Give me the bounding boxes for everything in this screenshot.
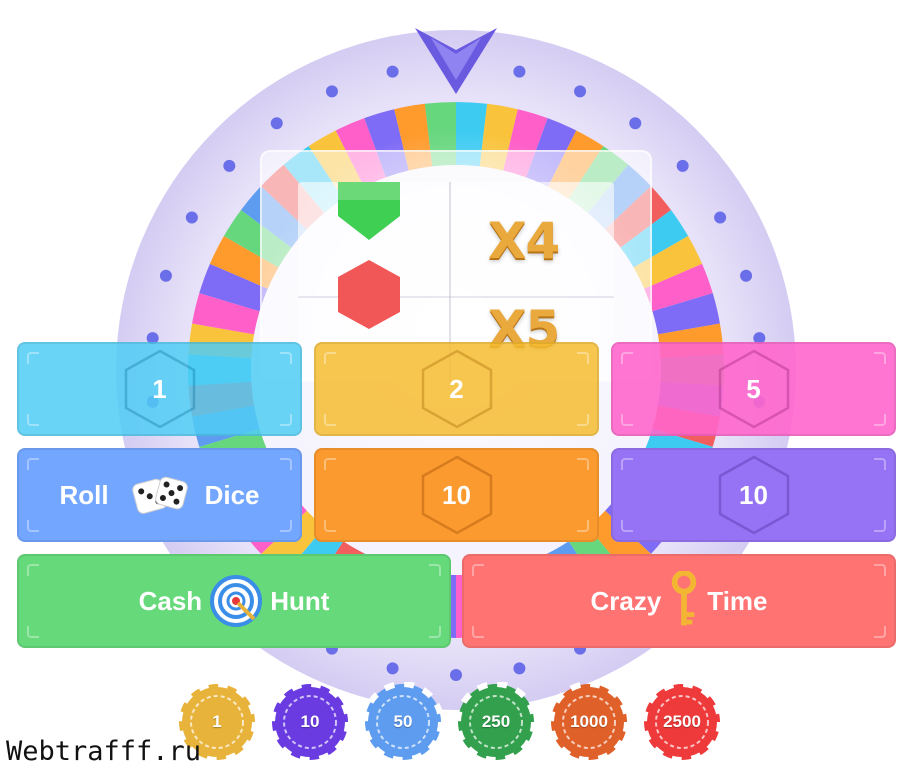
bet-tile-5[interactable]: 5 [611, 342, 896, 436]
bet-tile-label-right: Dice [204, 479, 260, 510]
key-icon [672, 571, 697, 626]
bet-tile-cash-hunt[interactable]: Cash Hunt [17, 554, 451, 648]
bet-tile-10[interactable]: 10 [611, 448, 896, 542]
chip-label: 250 [481, 712, 511, 731]
bet-tile-label: 2 [449, 373, 464, 404]
dice-icon [131, 476, 188, 514]
wheel-dot [714, 211, 727, 224]
bet-tile-label-left: Crazy [590, 585, 662, 616]
chip-label: 2500 [663, 712, 701, 731]
bet-tile-label-left: Roll [59, 479, 109, 510]
bet-tile-label: 1 [152, 373, 167, 404]
chip-label: 1000 [570, 712, 608, 731]
wheel-dot [325, 85, 338, 98]
wheel-dot [676, 159, 689, 172]
wheel-dot [386, 65, 399, 78]
watermark: Webtrafff.ru [6, 736, 202, 767]
bet-tile-label: 10 [739, 479, 768, 510]
wheel-dot [386, 662, 399, 675]
bet-tile-2[interactable]: 2 [314, 342, 599, 436]
bet-tile-crazy-time[interactable]: Crazy Time [462, 554, 896, 648]
chip-2500[interactable]: 2500 [641, 681, 723, 763]
wheel-dot [513, 65, 526, 78]
wheel-dot [159, 269, 172, 282]
bet-tile-label-right: Time [707, 585, 768, 616]
wheel-dot [270, 117, 283, 130]
bet-tile-roll-dice[interactable]: Roll Dice [17, 448, 302, 542]
wheel-dot [513, 662, 526, 675]
green-hexagon-icon [338, 182, 400, 240]
wheel-dot [450, 669, 462, 681]
chip-50[interactable]: 50 [362, 681, 444, 763]
chip-250[interactable]: 250 [455, 681, 537, 763]
bet-tile-label: 10 [442, 479, 471, 510]
red-hexagon-icon [338, 260, 400, 329]
bet-tile-1[interactable]: 1 [17, 342, 302, 436]
wheel-dot [740, 269, 753, 282]
wheel-pointer-icon [415, 28, 497, 94]
bet-tile-10[interactable]: 10 [314, 448, 599, 542]
wheel-dot [223, 159, 236, 172]
target-icon [210, 575, 263, 627]
chip-label: 50 [393, 712, 413, 731]
bet-tile-label-left: Cash [138, 585, 203, 616]
bet-tile-label-right: Hunt [270, 585, 330, 616]
chip-10[interactable]: 10 [269, 681, 351, 763]
chip-1000[interactable]: 1000 [548, 681, 630, 763]
wheel-dot [185, 211, 198, 224]
multiplier-value: X4 [488, 212, 560, 270]
wheel-dot [574, 85, 587, 98]
bet-tile-label: 5 [746, 373, 761, 404]
wheel-dot [629, 117, 642, 130]
chip-label: 10 [300, 712, 320, 731]
